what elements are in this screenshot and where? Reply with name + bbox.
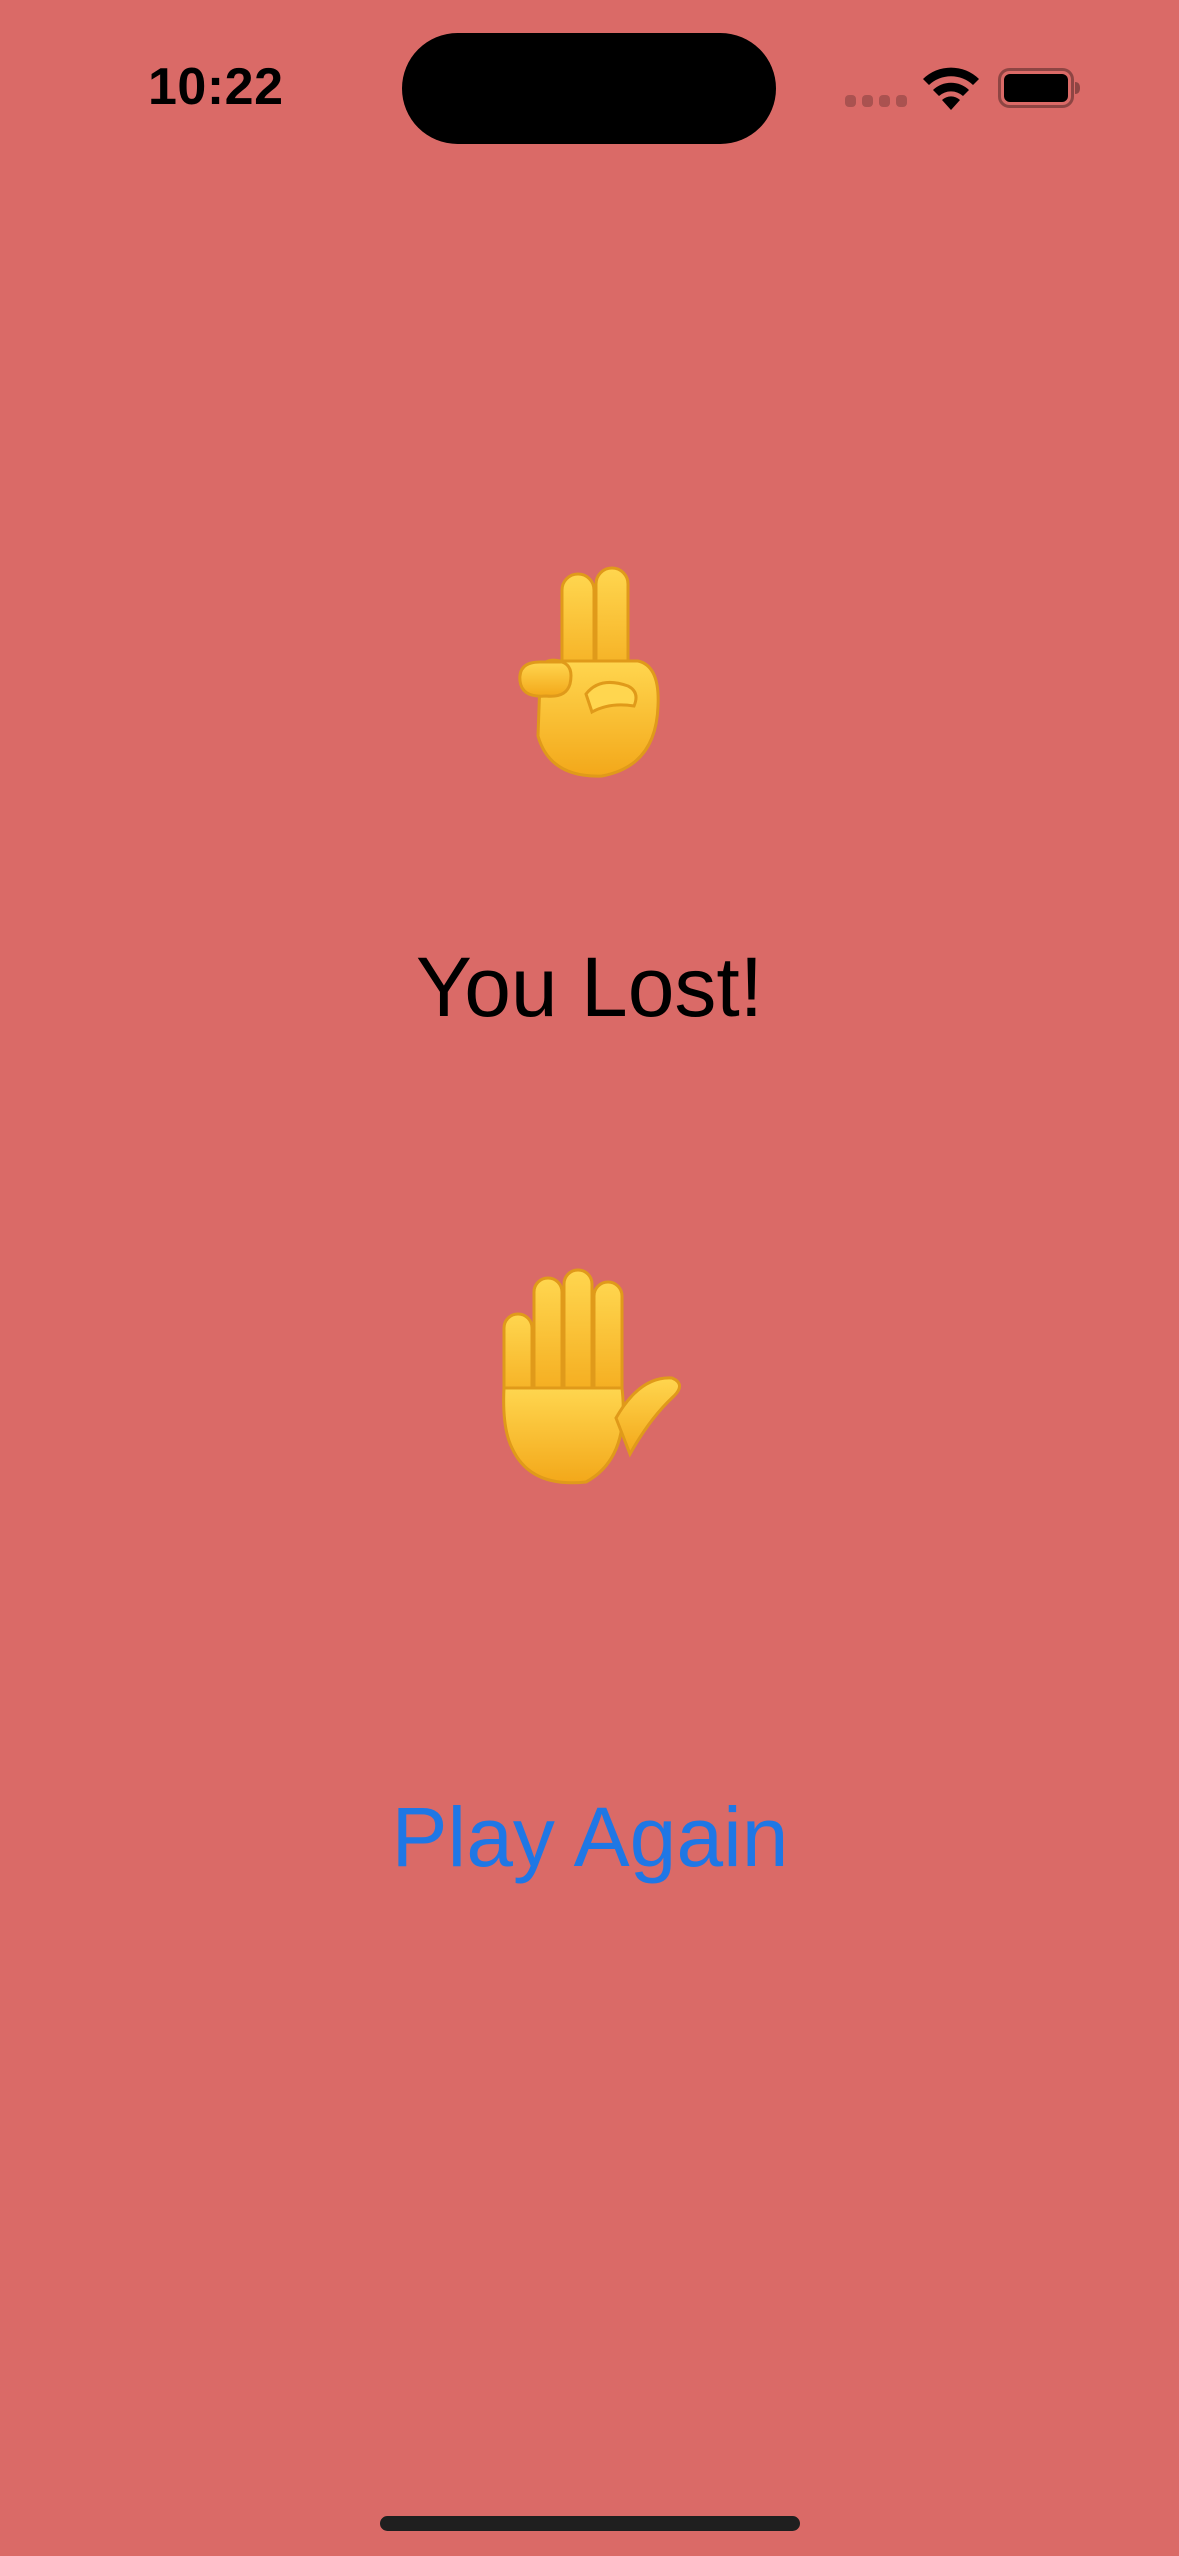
raised-hand-icon xyxy=(0,1268,1179,1498)
wifi-icon xyxy=(923,67,979,110)
cell-signal-icon xyxy=(845,95,907,107)
status-time: 10:22 xyxy=(148,58,284,116)
result-text: You Lost! xyxy=(415,940,764,1034)
victory-hand-icon xyxy=(0,566,1179,796)
dynamic-island xyxy=(402,33,776,144)
battery-icon xyxy=(998,68,1080,108)
home-indicator[interactable] xyxy=(380,2516,800,2531)
play-again-button[interactable]: Play Again xyxy=(340,1782,840,1892)
